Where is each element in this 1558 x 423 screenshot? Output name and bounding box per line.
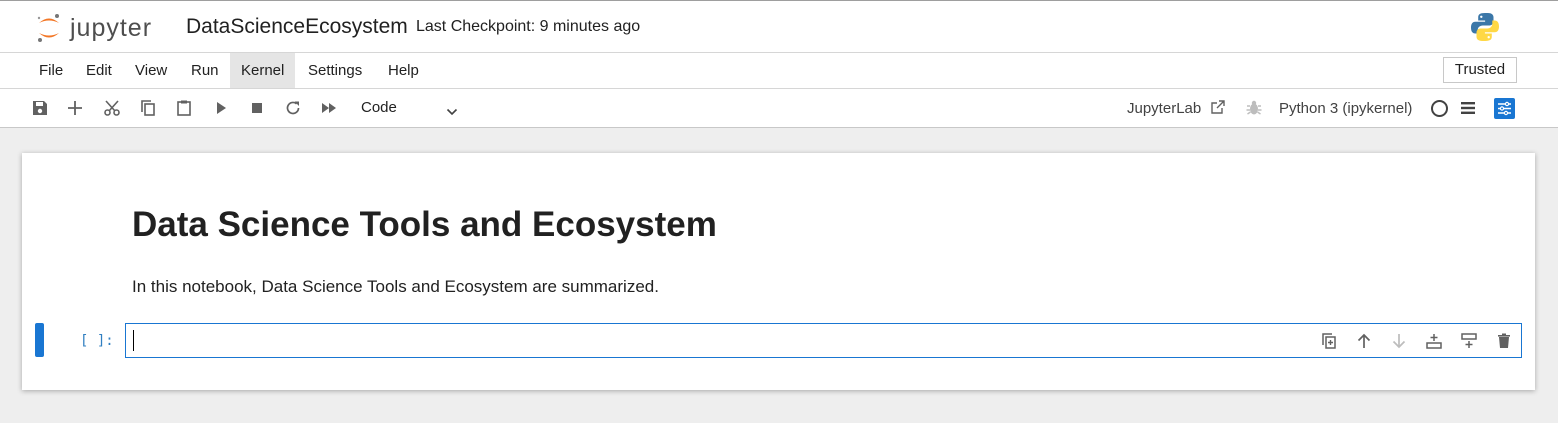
code-cell-editor[interactable]	[125, 323, 1522, 358]
move-up-icon[interactable]	[1353, 330, 1375, 352]
notebook-panel: Data Science Tools and Ecosystem In this…	[22, 153, 1535, 390]
delete-icon[interactable]	[1493, 330, 1515, 352]
notebook-title[interactable]: DataScienceEcosystem	[186, 15, 408, 39]
jupyter-logo[interactable]: jupyter	[36, 10, 176, 46]
trusted-button[interactable]: Trusted	[1443, 57, 1517, 83]
jupyter-wordmark: jupyter	[70, 13, 153, 42]
move-down-icon[interactable]	[1388, 330, 1410, 352]
markdown-paragraph: In this notebook, Data Science Tools and…	[132, 277, 659, 296]
stop-icon[interactable]	[246, 97, 268, 119]
cell-collapser[interactable]	[35, 323, 44, 357]
cell-type-select[interactable]: Code	[356, 96, 462, 120]
jupyter-mark-icon	[36, 12, 62, 44]
menu-help[interactable]: Help	[377, 53, 430, 88]
insert-above-icon[interactable]	[1423, 330, 1445, 352]
cut-icon[interactable]	[101, 97, 123, 119]
top-header: jupyter DataScienceEcosystem Last Checkp…	[0, 0, 1558, 53]
cell-toolbar	[1305, 330, 1515, 352]
markdown-heading: Data Science Tools and Ecosystem	[132, 205, 717, 244]
copy-icon[interactable]	[137, 97, 159, 119]
chevron-down-icon	[446, 102, 458, 116]
text-cursor	[133, 330, 134, 351]
external-link-icon[interactable]	[1210, 99, 1226, 115]
menu-kernel[interactable]: Kernel	[230, 53, 296, 88]
run-icon[interactable]	[210, 97, 232, 119]
last-checkpoint: Last Checkpoint: 9 minutes ago	[416, 18, 641, 35]
menu-edit[interactable]: Edit	[75, 53, 123, 88]
restart-icon[interactable]	[282, 97, 304, 119]
menu-file[interactable]: File	[28, 53, 74, 88]
input-prompt: [ ]:	[80, 333, 114, 349]
kernel-idle-status-icon	[1431, 100, 1448, 117]
python-logo-icon	[1469, 11, 1501, 43]
save-icon[interactable]	[29, 97, 51, 119]
add-icon[interactable]	[64, 97, 86, 119]
kernel-name[interactable]: Python 3 (ipykernel)	[1279, 100, 1412, 117]
fast-forward-icon[interactable]	[318, 97, 340, 119]
notebook-toolbar: Code JupyterLab Python 3 (ipykernel)	[0, 89, 1558, 128]
menu-settings[interactable]: Settings	[297, 53, 373, 88]
menu-run[interactable]: Run	[180, 53, 230, 88]
debugger-bug-icon[interactable]	[1245, 99, 1263, 117]
menu-view[interactable]: View	[124, 53, 178, 88]
insert-below-icon[interactable]	[1458, 330, 1480, 352]
menu-bar: File Edit View Run Kernel Settings Help …	[0, 53, 1558, 89]
jupyterlab-link[interactable]: JupyterLab	[1127, 100, 1201, 117]
hamburger-menu-icon[interactable]	[1460, 100, 1476, 116]
property-inspector-icon[interactable]	[1494, 98, 1515, 119]
duplicate-icon[interactable]	[1318, 330, 1340, 352]
paste-icon[interactable]	[173, 97, 195, 119]
cell-type-value: Code	[361, 99, 397, 116]
